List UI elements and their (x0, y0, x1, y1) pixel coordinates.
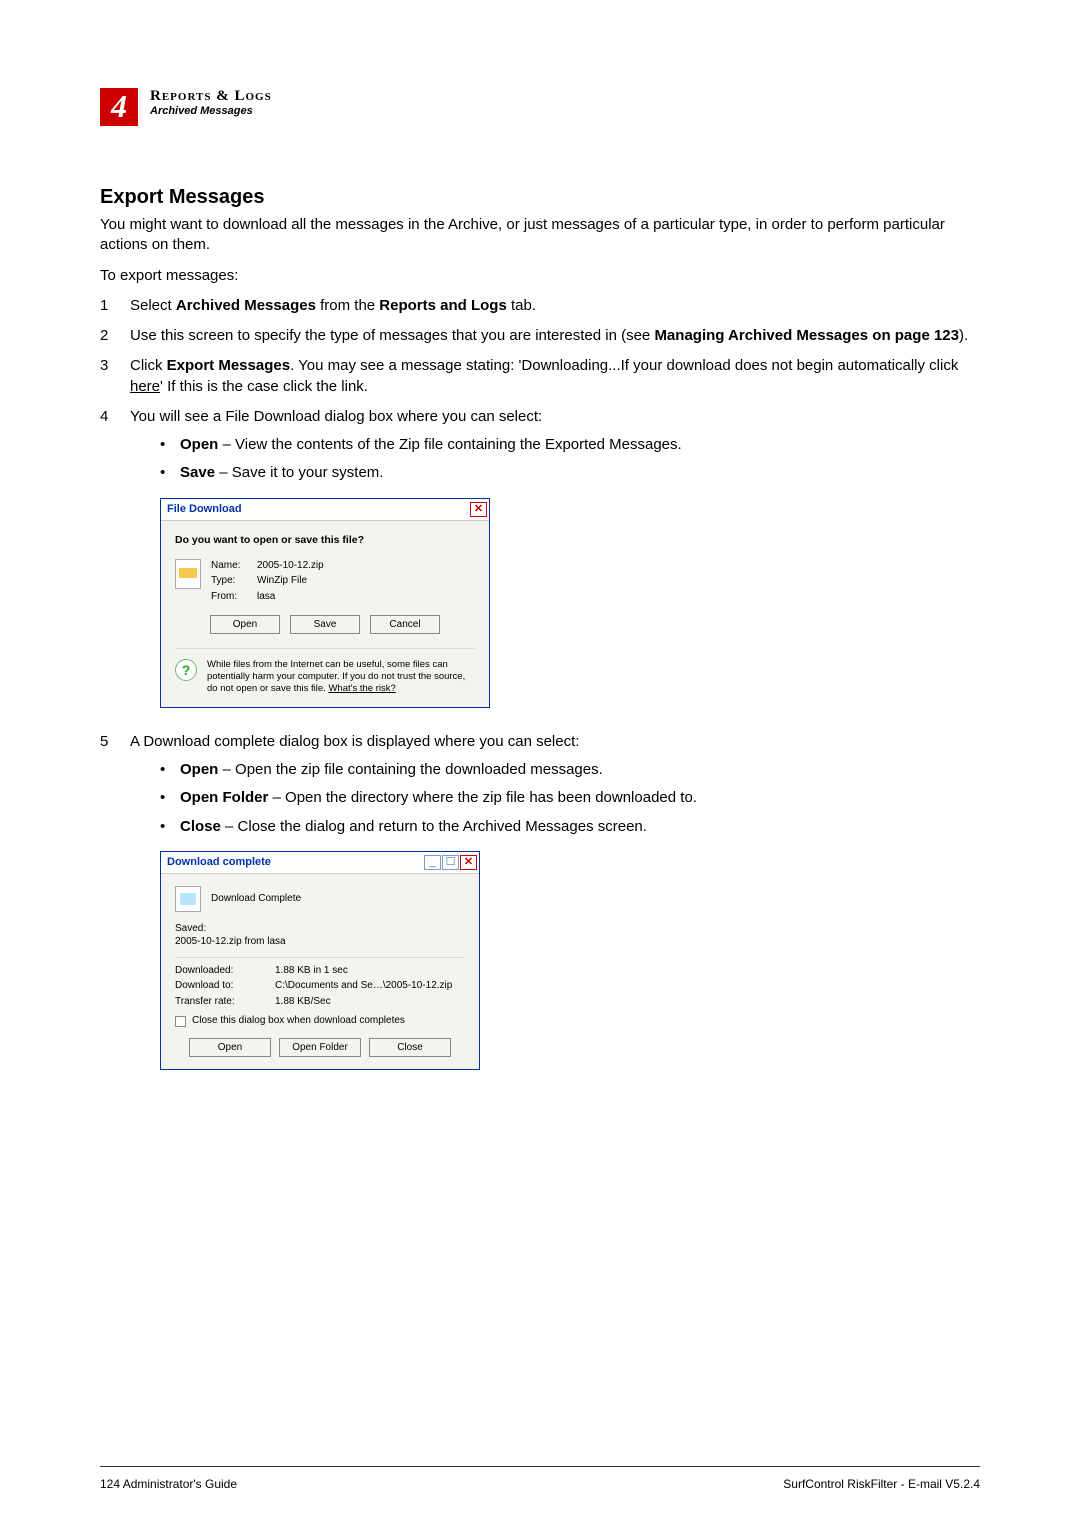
step-number: 4 (100, 407, 130, 722)
chapter-title: Reports & Logs (150, 88, 272, 105)
checkbox-icon[interactable] (175, 1016, 186, 1027)
help-icon: ? (175, 659, 197, 681)
download-complete-label: Download Complete (211, 892, 301, 906)
dialog-question: Do you want to open or save this file? (175, 533, 475, 547)
whats-the-risk-link[interactable]: What's the risk? (328, 683, 395, 694)
download-stats: Downloaded:1.88 KB in 1 sec Download to:… (175, 964, 465, 1009)
save-button[interactable]: Save (290, 615, 360, 634)
download-icon (175, 886, 201, 912)
open-button[interactable]: Open (189, 1038, 271, 1057)
file-icon (175, 559, 201, 589)
step-number: 3 (100, 356, 130, 397)
dialog-title: Download complete (163, 855, 423, 870)
bullet: • (160, 760, 180, 780)
bullet: • (160, 435, 180, 455)
page-footer: 124 Administrator's Guide SurfControl Ri… (100, 1477, 980, 1491)
chapter-number: 4 (100, 88, 138, 124)
bullet: • (160, 817, 180, 837)
file-info: Name:2005-10-12.zip Type:WinZip File Fro… (211, 559, 324, 604)
lead-paragraph: To export messages: (100, 266, 980, 286)
saved-label: Saved: (175, 922, 465, 936)
close-icon[interactable]: ✕ (460, 855, 477, 870)
chapter-number-box: 4 (100, 88, 138, 126)
section-heading: Export Messages (100, 186, 980, 209)
step-number: 5 (100, 732, 130, 1084)
cancel-button[interactable]: Cancel (370, 615, 440, 634)
dialog-title: File Download (163, 502, 469, 517)
intro-paragraph: You might want to download all the messa… (100, 215, 980, 256)
warning-text: While files from the Internet can be use… (207, 659, 475, 695)
open-button[interactable]: Open (210, 615, 280, 634)
footer-rule (100, 1466, 980, 1467)
dialog-titlebar: Download complete _ ☐ ✕ (161, 852, 479, 874)
maximize-icon[interactable]: ☐ (442, 855, 459, 870)
steps-list: 1 Select Archived Messages from the Repo… (100, 296, 980, 1084)
step-number: 1 (100, 296, 130, 316)
open-folder-button[interactable]: Open Folder (279, 1038, 361, 1057)
minimize-icon[interactable]: _ (424, 855, 441, 870)
close-when-complete-checkbox[interactable]: Close this dialog box when download comp… (175, 1014, 465, 1028)
step-number: 2 (100, 326, 130, 346)
chapter-header: 4 Reports & Logs Archived Messages (100, 88, 980, 126)
close-button[interactable]: Close (369, 1038, 451, 1057)
footer-right: SurfControl RiskFilter - E-mail V5.2.4 (783, 1477, 980, 1491)
chapter-subtitle: Archived Messages (150, 105, 272, 117)
saved-value: 2005-10-12.zip from lasa (175, 935, 465, 949)
file-download-dialog: File Download ✕ Do you want to open or s… (160, 498, 490, 708)
bullet: • (160, 788, 180, 808)
download-complete-dialog: Download complete _ ☐ ✕ Download Complet… (160, 851, 480, 1070)
dialog-titlebar: File Download ✕ (161, 499, 489, 521)
footer-left: 124 Administrator's Guide (100, 1477, 237, 1491)
bullet: • (160, 463, 180, 483)
close-icon[interactable]: ✕ (470, 502, 487, 517)
